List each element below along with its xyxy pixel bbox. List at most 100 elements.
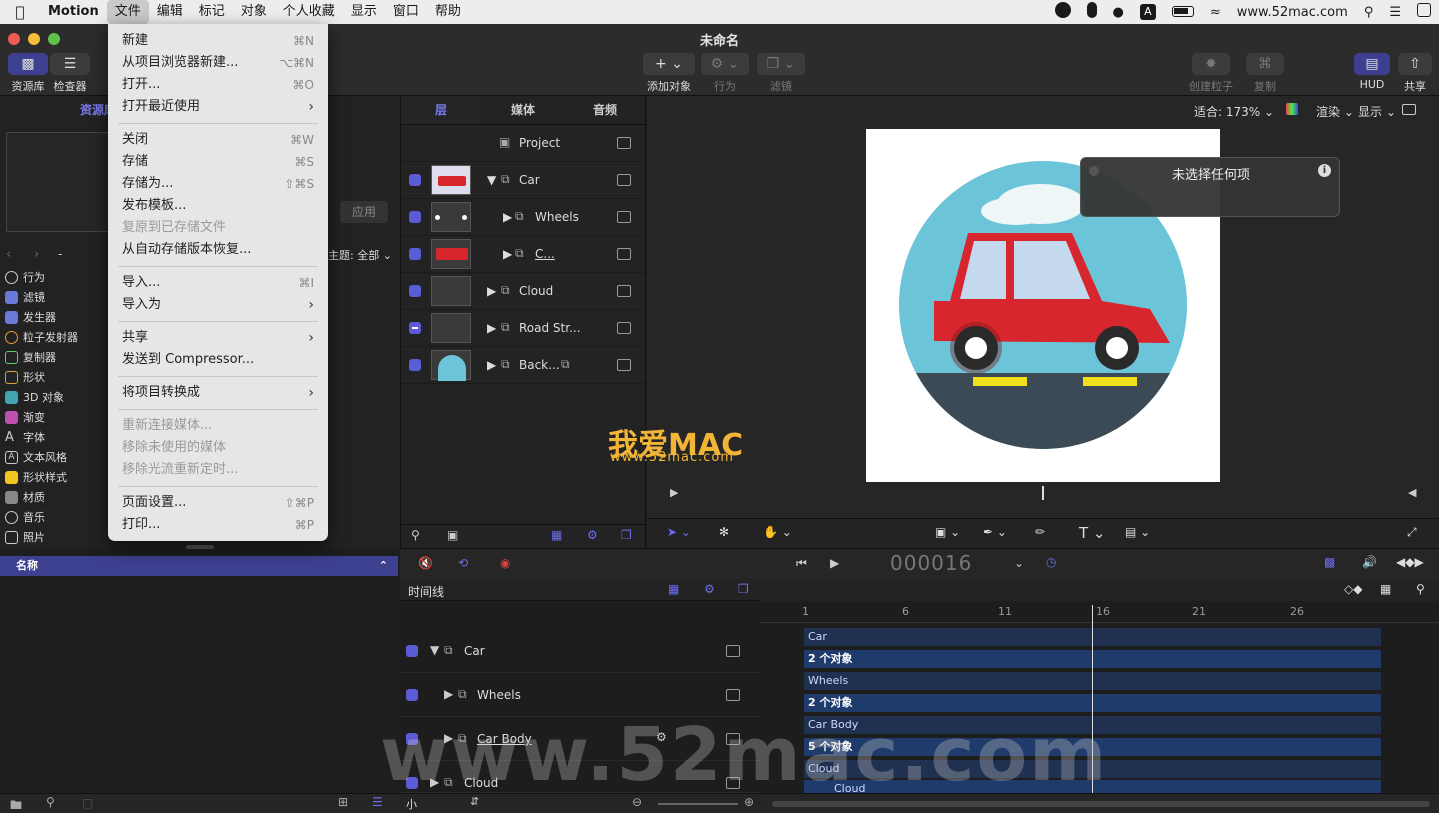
library-item-filters[interactable]: 滤镜 [5,287,45,307]
lock-icon[interactable] [617,211,631,223]
disclosure-closed-icon[interactable]: ▶ [487,284,496,298]
apply-button[interactable]: 应用 [340,201,388,223]
menu-favorites[interactable]: 个人收藏 [275,0,343,24]
disclosure-closed-icon[interactable]: ▶ [503,247,512,261]
mouse-icon[interactable] [1079,2,1105,22]
replicate-button[interactable]: ⌘ [1246,53,1284,75]
snap-icon[interactable]: ▦ [1380,582,1391,596]
input-source-icon[interactable]: A [1132,4,1164,20]
layer-checkbox[interactable] [406,645,418,657]
create-particles-button[interactable]: ✸ [1192,53,1230,75]
preview-icon[interactable]: □ [82,796,93,810]
app-menu[interactable]: Motion [40,0,107,24]
menu-item-send-to-compressor[interactable]: 发送到 Compressor... [108,349,328,371]
forward-nav-icon[interactable]: › [34,247,39,262]
go-to-start-icon[interactable]: ⏮ [796,556,807,571]
library-item-shapes[interactable]: 形状 [5,367,45,387]
fullscreen-icon[interactable]: ⤢ [1407,525,1417,540]
volume-icon[interactable]: 🔊 [1362,555,1377,569]
tab-layers[interactable]: 层 [401,96,481,124]
zoom-icon[interactable]: ⚲ [1416,582,1425,596]
behavior-icon[interactable]: ⚙ [587,528,598,542]
library-item-generators[interactable]: 发生器 [5,307,56,327]
tab-media[interactable]: 媒体 [483,96,563,124]
loop-icon[interactable]: ⟲ [458,556,468,570]
library-item-particle-emitters[interactable]: 粒子发射器 [5,327,78,347]
library-item-text-styles[interactable]: A 文本风格 [5,447,67,467]
bell-icon[interactable]: ● [1105,5,1132,20]
layer-row-car[interactable]: ▼ ⧉ Car [401,162,647,199]
library-item-replicators[interactable]: 复制器 [5,347,56,367]
render-popup[interactable]: 渲染 ⌄ [1316,103,1354,120]
status-icon[interactable] [1047,2,1079,22]
inspector-toggle-button[interactable]: ☰ [50,53,90,75]
text-tool-icon[interactable]: T ⌄ [1079,524,1106,542]
menu-item-convert-project[interactable]: 将项目转换成 › [108,382,328,404]
view-popup[interactable]: 显示 ⌄ [1358,103,1396,120]
mask-tool-icon[interactable]: ▤ ⌄ [1125,525,1150,539]
menu-file[interactable]: 文件 [106,0,149,24]
zoom-slider[interactable] [658,803,738,805]
theme-popup[interactable]: 主题: 全部 ⌄ [328,247,392,263]
spotlight-icon[interactable]: ⚲ [1356,5,1382,20]
notification-icon[interactable] [1409,3,1439,21]
layer-checkbox[interactable] [409,211,421,223]
fit-zoom-popup[interactable]: 适合: 173% ⌄ [1194,103,1274,120]
menu-item-close[interactable]: 关闭 ⌘W [108,129,328,151]
lock-icon[interactable] [617,248,631,260]
menu-item-import-as[interactable]: 导入为 › [108,294,328,316]
record-icon[interactable]: ◉ [500,556,510,570]
menu-item-restore-autosave[interactable]: 从自动存储版本恢复... [108,239,328,261]
keyframe-nav-icon[interactable]: ◀◆▶ [1396,555,1424,569]
disclosure-closed-icon[interactable]: ▶ [503,210,512,224]
disclosure-closed-icon[interactable]: ▶ [444,687,453,701]
disclosure-open-icon[interactable]: ▼ [487,173,496,187]
layer-checkbox[interactable] [409,285,421,297]
hud-panel[interactable]: 未选择任何项 i [1080,157,1340,217]
tab-audio[interactable]: 音频 [565,96,645,124]
menu-window[interactable]: 窗口 [385,0,427,24]
pan-tool-icon[interactable]: ✋ ⌄ [763,525,792,539]
library-toggle-button[interactable]: ▩ [8,53,48,75]
disclosure-open-icon[interactable]: ▼ [430,643,439,657]
library-item-behaviors[interactable]: 行为 [5,267,45,287]
filter-icon[interactable]: ❒ [738,582,749,596]
mute-icon[interactable]: 🔇 [418,556,433,570]
timeline-row-wheels[interactable]: ▶ ⧉ Wheels [400,673,760,717]
color-channels-icon[interactable] [1286,103,1298,115]
play-range-end-icon[interactable]: ◀ [1408,486,1416,499]
menu-item-print[interactable]: 打印... ⌘P [108,514,328,536]
play-range-start-icon[interactable]: ▶ [670,486,678,499]
lock-icon[interactable] [617,174,631,186]
menu-item-save-as[interactable]: 存储为... ⇧⌘S [108,173,328,195]
checkerboard-icon[interactable]: ▦ [668,582,679,596]
info-icon[interactable]: i [1318,164,1331,177]
menu-item-new-from-browser[interactable]: 从项目浏览器新建... ⌥⌘N [108,52,328,74]
film-icon[interactable]: ▩ [1324,555,1335,569]
wifi-icon[interactable]: ≈ [1202,5,1229,20]
search-icon[interactable]: ⚲ [411,528,420,542]
add-object-button[interactable]: + ⌄ [643,53,695,75]
play-icon[interactable]: ▶ [830,556,839,570]
timeline-ruler[interactable]: 1 6 11 16 21 26 [760,601,1439,623]
menu-item-new[interactable]: 新建 ⌘N [108,30,328,52]
timecode-display[interactable]: 000016 [890,551,972,575]
apple-menu-icon[interactable]:  [0,0,40,24]
lock-icon[interactable] [726,645,740,657]
back-nav-icon[interactable]: ‹ [6,247,11,262]
menu-view[interactable]: 显示 [343,0,385,24]
layout-icon[interactable] [1402,104,1416,115]
disclosure-closed-icon[interactable]: ▶ [487,358,496,372]
library-item-photos[interactable]: 照片 [5,527,45,547]
thumbnail-toggle-icon[interactable]: ▣ [447,528,458,542]
menu-item-import[interactable]: 导入... ⌘I [108,272,328,294]
splitter-handle[interactable] [186,545,214,549]
layer-row-car-body[interactable]: ▶ ⧉ C... [401,236,647,273]
shape-tool-icon[interactable]: ▣ ⌄ [935,525,960,539]
lock-icon[interactable] [726,689,740,701]
lock-icon[interactable] [617,285,631,297]
disclosure-closed-icon[interactable]: ▶ [487,321,496,335]
layer-row-project[interactable]: ▣ Project [401,125,647,162]
library-item-3d-objects[interactable]: 3D 对象 [5,387,64,407]
search-icon[interactable]: ⚲ [46,795,55,809]
